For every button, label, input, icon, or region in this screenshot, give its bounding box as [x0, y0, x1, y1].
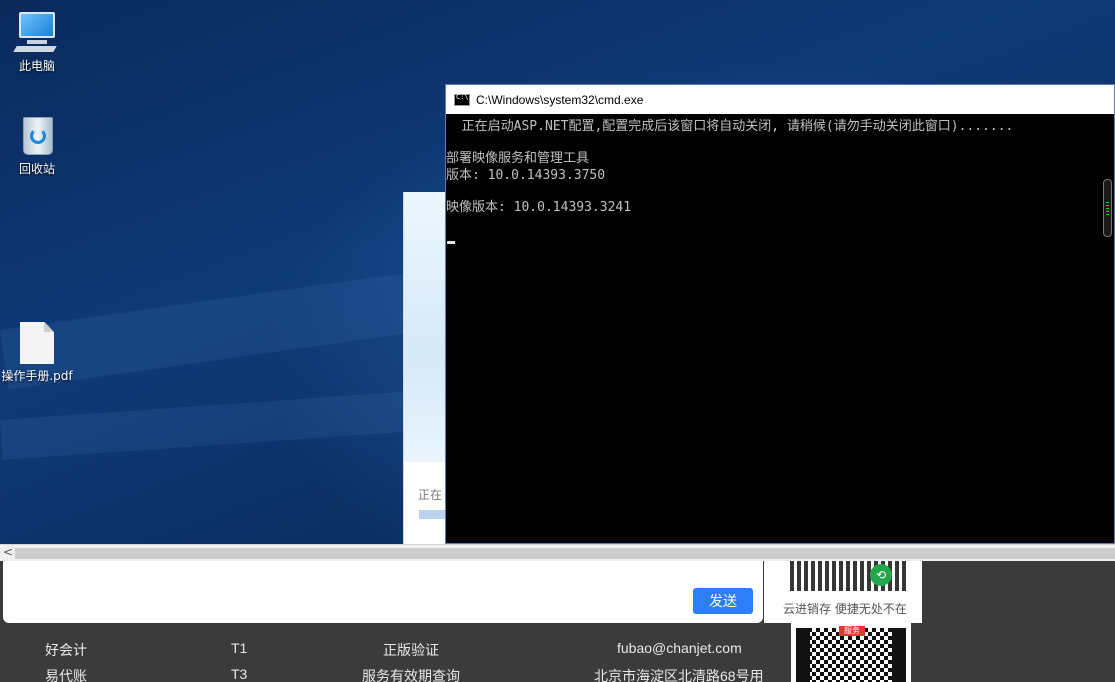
footer-email[interactable]: fubao@chanjet.com [617, 640, 742, 656]
browser-horizontal-scrollbar[interactable]: < [0, 544, 1115, 561]
console-cursor [447, 241, 455, 244]
installer-window: 正在 [403, 192, 448, 544]
console-line: 正在启动ASP.NET配置,配置完成后该窗口将自动关闭, 请稍候(请勿手动关闭此… [446, 119, 1014, 134]
qr-code-image-2: 服务 [791, 623, 911, 682]
desktop-icon-this-pc[interactable]: 此电脑 [0, 10, 74, 74]
desktop-icon-label: 此电脑 [18, 59, 55, 73]
footer-address: 北京市海淀区北清路68号用 [594, 668, 764, 682]
qr-code-pattern [796, 628, 906, 682]
qr-caption: 云进销存 便捷无处不在 [783, 602, 907, 616]
footer-link[interactable]: T1 [231, 640, 247, 656]
scrollbar-thumb[interactable] [15, 548, 1115, 559]
mini-program-icon: ⟲ [870, 564, 892, 586]
recycle-bin-icon [15, 113, 59, 157]
cmd-window[interactable]: C:\Windows\system32\cmd.exe 正在启动ASP.NET配… [445, 84, 1115, 544]
cmd-console[interactable]: 正在启动ASP.NET配置,配置完成后该窗口将自动关闭, 请稍候(请勿手动关闭此… [446, 114, 1114, 543]
installer-loading-text: 正在 [418, 488, 443, 502]
desktop-icon-label: 操作手册.pdf [1, 369, 73, 383]
cmd-titlebar[interactable]: C:\Windows\system32\cmd.exe [446, 85, 1114, 114]
installer-body [404, 462, 448, 544]
desktop-icon-label: 回收站 [18, 162, 55, 176]
installer-progress-bar [419, 510, 448, 519]
scrollbar-grip[interactable] [1106, 202, 1109, 216]
qr-service-tag: 服务 [839, 626, 865, 636]
console-line: 版本: 10.0.14393.3750 [446, 168, 606, 183]
console-icon [454, 93, 470, 106]
qr-code-panel: ⟲ 云进销存 便捷无处不在 [764, 561, 922, 623]
computer-icon [13, 10, 59, 54]
installer-banner [404, 192, 448, 462]
footer-link[interactable]: 正版验证 [383, 640, 439, 660]
cmd-scrollbar[interactable] [1103, 179, 1112, 237]
cmd-title: C:\Windows\system32\cmd.exe [476, 92, 644, 107]
footer-link[interactable]: 好会计 [45, 640, 87, 660]
send-button[interactable]: 发送 [693, 588, 753, 614]
console-line: 映像版本: 10.0.14393.3241 [446, 200, 632, 215]
pdf-file-icon [20, 322, 54, 364]
footer-link[interactable]: 易代账 [45, 666, 87, 682]
footer-link[interactable]: 服务有效期查询 [362, 666, 460, 682]
footer-link[interactable]: T3 [231, 666, 247, 682]
chat-input-box[interactable]: 发送 [3, 561, 763, 623]
desktop-icon-recycle-bin[interactable]: 回收站 [0, 113, 74, 177]
desktop-icon-manual-pdf[interactable]: 操作手册.pdf [0, 322, 74, 384]
scroll-left-arrow-icon[interactable]: < [3, 545, 13, 559]
